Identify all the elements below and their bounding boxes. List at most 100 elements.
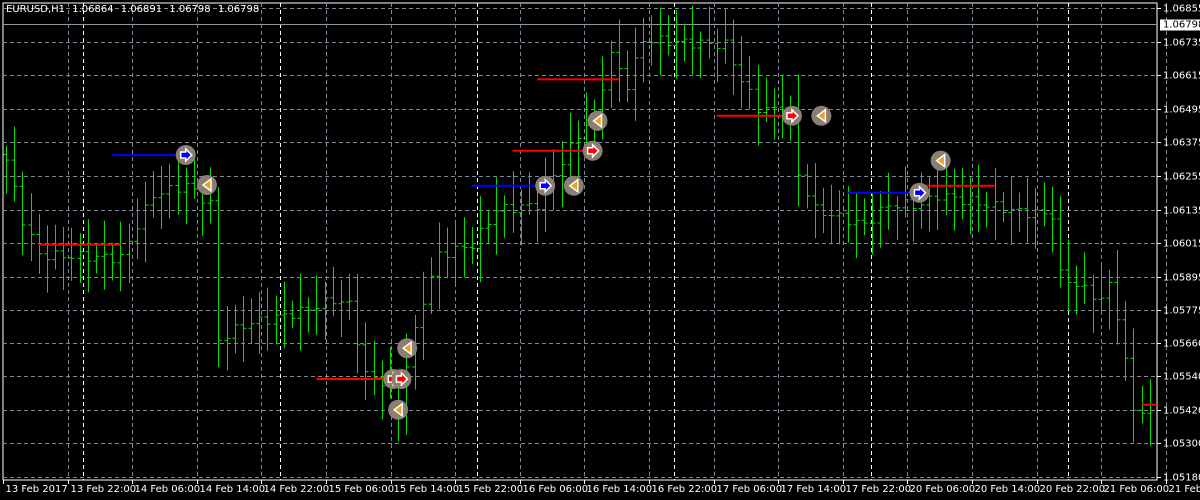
price-label: 1.05895: [1163, 272, 1200, 283]
ohlc-bar: [885, 172, 892, 230]
symbol-label: EURUSD,H1: [6, 4, 66, 15]
ohlc-bar: [1057, 196, 1064, 288]
ohlc-bar: [158, 166, 165, 229]
ohlc-bar: [951, 168, 958, 231]
price-label: 1.06855: [1163, 3, 1200, 14]
time-label: 20 Feb 22:00: [1039, 484, 1106, 495]
ohlc-bar: [501, 195, 508, 238]
ohlc-bar: [436, 222, 443, 310]
ohlc-bar: [853, 192, 860, 259]
ohlc-bar: [485, 210, 492, 244]
ohlc-bar: [861, 198, 868, 236]
time-label: 17 Feb 22:00: [845, 484, 912, 495]
low-price: 1.06798: [169, 4, 211, 15]
ohlc-bar: [1098, 264, 1105, 312]
ohlc-bar: [689, 5, 696, 75]
ohlc-bar: [877, 191, 884, 248]
price-label: 1.06735: [1163, 37, 1200, 48]
ohlc-bar: [477, 196, 484, 283]
ohlc-bar: [134, 198, 141, 259]
ohlc-bar: [77, 233, 84, 284]
ohlc-bar: [264, 287, 271, 351]
time-label: 16 Feb 22:00: [651, 484, 718, 495]
price-label: 1.06495: [1163, 104, 1200, 115]
ohlc-bar: [60, 226, 67, 291]
ohlc-bar: [510, 171, 517, 233]
price-label: 1.06375: [1163, 137, 1200, 148]
ohlc-bar: [44, 225, 51, 293]
price-label: 1.05660: [1163, 338, 1200, 349]
time-label: 14 Feb 06:00: [134, 484, 201, 495]
ohlc-bar: [338, 279, 345, 338]
time-label: 21 Feb 14:00: [1168, 484, 1200, 495]
ohlc-bar: [1081, 252, 1088, 305]
time-label: 20 Feb 06:00: [909, 484, 976, 495]
price-label: 1.05540: [1163, 371, 1200, 382]
ohlc-bar: [346, 273, 353, 320]
time-label: 14 Feb 14:00: [199, 484, 266, 495]
price-label: 1.06015: [1163, 238, 1200, 249]
ohlc-bar: [493, 177, 500, 255]
ohlc-bar: [1016, 192, 1023, 232]
ohlc-bar: [1073, 265, 1080, 315]
ohlc-bar: [926, 176, 933, 232]
ohlc-bar: [452, 220, 459, 285]
ohlc-bar: [959, 167, 966, 220]
ohlc-bar: [1114, 249, 1121, 345]
ohlc-bar: [101, 220, 108, 290]
ohlc-bar: [771, 88, 778, 140]
ohlc-bar: [567, 112, 574, 178]
ohlc-bar: [142, 181, 149, 263]
ohlc-bar: [85, 219, 92, 293]
time-label: 13 Feb 2017: [5, 484, 68, 495]
chart-frame: [2, 2, 1158, 481]
time-label: 20 Feb 14:00: [974, 484, 1041, 495]
ohlc-bar: [52, 224, 59, 270]
ohlc-bar: [371, 340, 378, 396]
time-label: 15 Feb 22:00: [457, 484, 524, 495]
ohlc-bar: [1041, 182, 1048, 227]
ohlc-bar: [1024, 177, 1031, 243]
ohlc-bar: [657, 7, 664, 76]
ohlc-bar: [289, 300, 296, 329]
time-label: 16 Feb 06:00: [522, 484, 589, 495]
ohlc-bar: [330, 266, 337, 317]
ohlc-bar: [1065, 239, 1072, 311]
ohlc-bar: [313, 275, 320, 335]
ohlc-bar: [354, 274, 361, 374]
ohlc-bar: [281, 281, 288, 349]
high-price: 1.06891: [120, 4, 163, 15]
ohlc-bar: [722, 8, 729, 64]
open-price: 1.06864: [72, 4, 114, 15]
ohlc-bar: [305, 297, 312, 333]
ohlc-bar: [526, 172, 533, 215]
ohlc-bar: [362, 322, 369, 401]
time-label: 17 Feb 14:00: [780, 484, 847, 495]
ohlc-bar: [1090, 274, 1097, 333]
ohlc-bar: [68, 227, 75, 281]
ohlc-bar: [730, 19, 737, 95]
ohlc-bar: [1130, 328, 1137, 443]
ohlc-bar: [461, 217, 468, 278]
price-chart[interactable]: [0, 0, 1200, 500]
ohlc-bar: [836, 190, 843, 245]
ohlc-bar: [943, 168, 950, 216]
ohlc-bar: [894, 196, 901, 241]
time-label: 17 Feb 06:00: [716, 484, 783, 495]
ohlc-bar: [779, 74, 786, 139]
ohlc-bar: [109, 243, 116, 281]
ohlc-bar: [828, 184, 835, 245]
ohlc-bar: [469, 227, 476, 264]
ohlc-bar: [3, 146, 10, 194]
ohlc-bar: [845, 186, 852, 243]
ohlc-bar: [575, 120, 582, 177]
price-label: 1.06615: [1163, 70, 1200, 81]
ohlc-bar: [869, 191, 876, 255]
price-label: 1.06135: [1163, 205, 1200, 216]
time-label: 15 Feb 14:00: [393, 484, 460, 495]
time-label: 16 Feb 14:00: [586, 484, 653, 495]
ohlc-bar: [1147, 378, 1154, 447]
ohlc-bar: [297, 273, 304, 351]
ohlc-bar: [224, 306, 231, 371]
ohlc-bar: [232, 304, 239, 354]
